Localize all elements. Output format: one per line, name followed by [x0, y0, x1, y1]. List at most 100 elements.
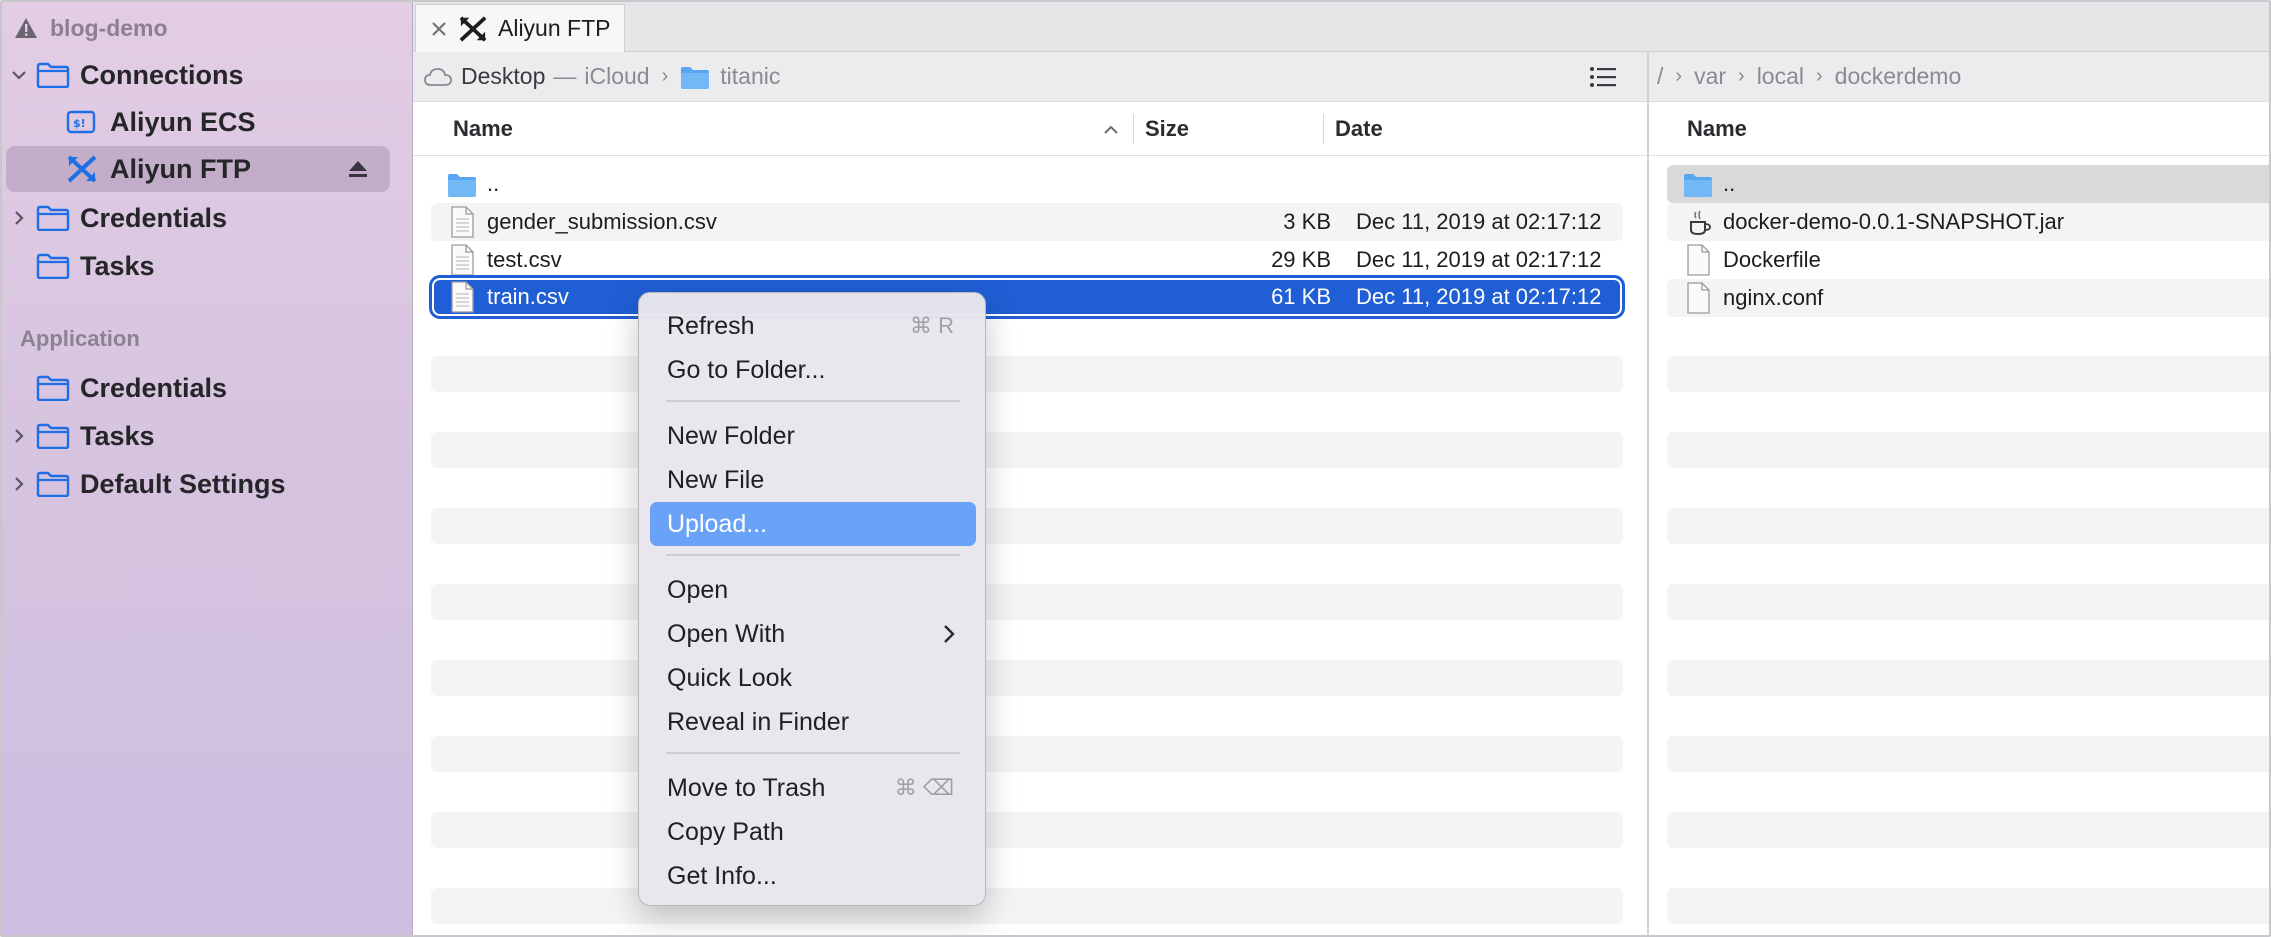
empty-row	[1667, 356, 2269, 392]
context-menu: Refresh ⌘ R Go to Folder... New Folder N…	[638, 292, 986, 906]
local-file-pane: Desktop — iCloud › titanic Name Size Dat…	[413, 52, 1647, 935]
empty-row	[1667, 660, 2269, 696]
breadcrumb: Desktop — iCloud › titanic	[413, 52, 1647, 102]
folder-icon	[36, 422, 70, 450]
project-name: blog-demo	[50, 14, 168, 41]
sidebar-item-label: Tasks	[80, 420, 155, 451]
folder-icon	[36, 61, 70, 89]
sidebar-item-aliyun-ecs[interactable]: $! Aliyun ECS	[2, 99, 413, 145]
sidebar-item-tasks[interactable]: Tasks	[2, 243, 413, 289]
chevron-right-icon: ›	[1675, 65, 1683, 87]
folder-icon	[1684, 174, 1712, 197]
empty-row	[1667, 812, 2269, 848]
menu-item-move-to-trash[interactable]: Move to Trash ⌘ ⌫	[650, 766, 976, 810]
sidebar: blog-demo Connections $! Aliyun ECS Aliy…	[2, 2, 413, 935]
menu-item-label: Quick Look	[667, 663, 793, 692]
breadcrumb-root[interactable]: /	[1657, 63, 1663, 90]
breadcrumb: / › var › local › dockerdemo	[1649, 52, 2269, 102]
file-name: gender_submission.csv	[487, 209, 717, 234]
sort-ascending-icon[interactable]	[1103, 124, 1119, 134]
table-row-selected[interactable]: train.csv 61 KB Dec 11, 2019 at 02:17:12	[429, 275, 1625, 319]
blank-file-icon	[1687, 282, 1710, 314]
menu-item-refresh[interactable]: Refresh ⌘ R	[650, 304, 976, 348]
column-divider[interactable]	[1323, 114, 1324, 144]
menu-item-label: Refresh	[667, 311, 755, 340]
document-icon	[451, 244, 474, 276]
eject-icon[interactable]	[347, 158, 369, 180]
sidebar-item-label: Aliyun FTP	[110, 153, 251, 184]
menu-item-label: New Folder	[667, 421, 795, 450]
sidebar-item-label: Tasks	[80, 250, 155, 281]
table-row[interactable]: gender_submission.csv 3 KB Dec 11, 2019 …	[431, 203, 1623, 241]
column-date[interactable]: Date	[1335, 102, 1383, 156]
menu-item-go-to-folder[interactable]: Go to Folder...	[650, 348, 976, 392]
table-row[interactable]: Dockerfile	[1667, 241, 2269, 279]
chevron-right-icon[interactable]	[2, 195, 36, 241]
file-size: 3 KB	[1283, 209, 1331, 234]
chevron-right-icon: ›	[1816, 65, 1823, 87]
table-row[interactable]: nginx.conf	[1667, 279, 2269, 317]
menu-item-open-with[interactable]: Open With	[650, 612, 976, 656]
empty-row	[1667, 432, 2269, 468]
empty-row	[1667, 508, 2269, 544]
menu-item-label: Open With	[667, 619, 786, 648]
breadcrumb-desktop[interactable]: Desktop	[461, 63, 545, 90]
menu-item-label: Copy Path	[667, 817, 784, 846]
column-size[interactable]: Size	[1145, 102, 1189, 156]
breadcrumb-titanic[interactable]: titanic	[720, 63, 780, 90]
column-name[interactable]: Name	[1687, 102, 1747, 156]
breadcrumb-dockerdemo[interactable]: dockerdemo	[1835, 63, 1962, 90]
list-item-parent[interactable]: ..	[1667, 165, 2269, 203]
shortcut-label: ⌘ ⌫	[894, 775, 954, 800]
table-row[interactable]: test.csv 29 KB Dec 11, 2019 at 02:17:12	[431, 241, 1623, 279]
svg-text:$!: $!	[73, 117, 86, 130]
document-icon	[451, 206, 474, 238]
menu-separator	[666, 554, 960, 556]
menu-item-copy-path[interactable]: Copy Path	[650, 810, 976, 854]
sidebar-item-credentials[interactable]: Credentials	[2, 195, 413, 241]
menu-item-reveal-in-finder[interactable]: Reveal in Finder	[650, 700, 976, 744]
table-row[interactable]: docker-demo-0.0.1-SNAPSHOT.jar	[1667, 203, 2269, 241]
menu-item-get-info[interactable]: Get Info...	[650, 854, 976, 898]
menu-item-quick-look[interactable]: Quick Look	[650, 656, 976, 700]
sidebar-item-label: Default Settings	[80, 468, 286, 499]
sidebar-item-app-tasks[interactable]: Tasks	[2, 413, 413, 459]
sidebar-item-default-settings[interactable]: Default Settings	[2, 461, 413, 507]
empty-row	[431, 736, 1623, 772]
list-view-icon[interactable]	[1589, 65, 1617, 89]
menu-item-new-file[interactable]: New File	[650, 458, 976, 502]
empty-row	[431, 660, 1623, 696]
column-header: Name Size Date	[413, 102, 1647, 156]
breadcrumb-local[interactable]: local	[1757, 63, 1804, 90]
sidebar-item-aliyun-ftp[interactable]: Aliyun FTP	[2, 146, 413, 192]
breadcrumb-var[interactable]: var	[1694, 63, 1726, 90]
file-name: nginx.conf	[1723, 285, 1824, 310]
folder-icon	[36, 252, 70, 280]
column-header: Name	[1649, 102, 2269, 156]
column-divider[interactable]	[1133, 114, 1134, 144]
menu-item-label: Open	[667, 575, 729, 604]
breadcrumb-icloud[interactable]: iCloud	[584, 63, 649, 90]
chevron-right-icon[interactable]	[2, 413, 36, 459]
close-icon[interactable]	[430, 20, 448, 38]
tab-aliyun-ftp[interactable]: Aliyun FTP	[415, 4, 625, 52]
menu-item-label: New File	[667, 465, 765, 494]
menu-item-label: Reveal in Finder	[667, 707, 850, 736]
menu-item-upload[interactable]: Upload...	[650, 502, 976, 546]
column-name[interactable]: Name	[453, 102, 513, 156]
sidebar-item-connections[interactable]: Connections	[2, 52, 413, 98]
chevron-right-icon	[944, 625, 955, 643]
list-item-parent[interactable]: ..	[431, 165, 1623, 203]
chevron-right-icon[interactable]	[2, 461, 36, 507]
project-header[interactable]: blog-demo	[14, 12, 168, 44]
tab-bar: Aliyun FTP	[413, 2, 2269, 52]
sidebar-item-app-credentials[interactable]: Credentials	[2, 365, 413, 411]
menu-item-new-folder[interactable]: New Folder	[650, 414, 976, 458]
file-name: ..	[487, 171, 500, 196]
chevron-down-icon[interactable]	[2, 52, 36, 98]
menu-separator	[666, 752, 960, 754]
empty-row	[431, 508, 1623, 544]
file-name: Dockerfile	[1723, 247, 1821, 272]
menu-item-open[interactable]: Open	[650, 568, 976, 612]
folder-icon	[448, 174, 476, 197]
